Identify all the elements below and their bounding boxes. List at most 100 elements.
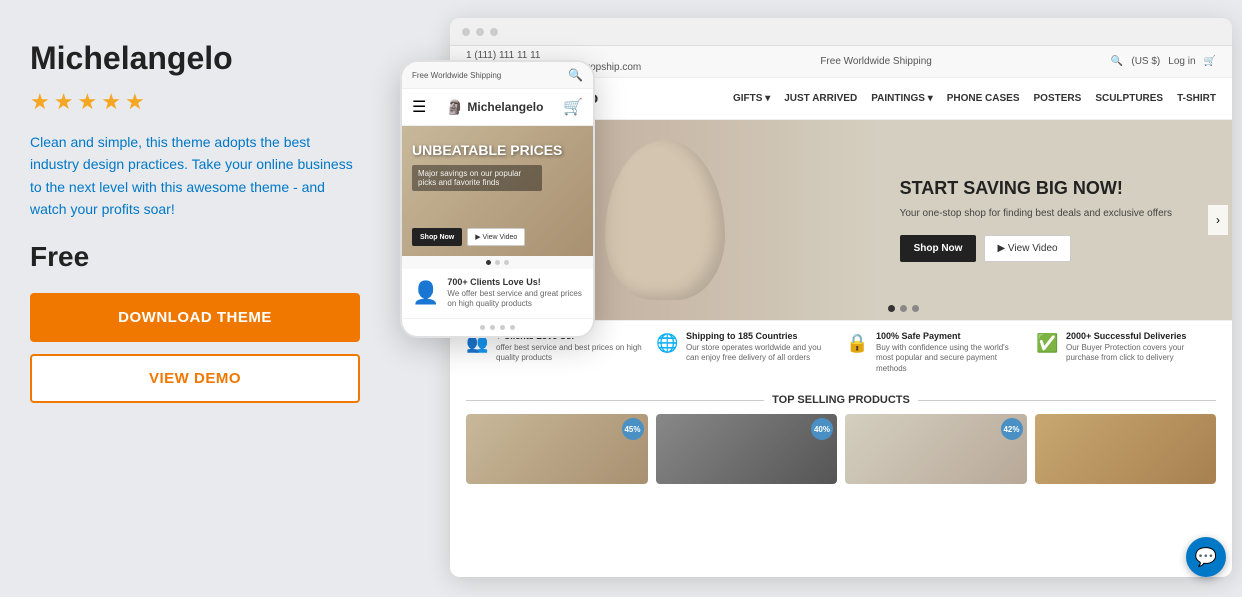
mobile-feature-icon: 👤 — [412, 280, 439, 306]
hero-carousel-dots — [888, 305, 919, 312]
mobile-footer-dot-3[interactable] — [500, 325, 505, 330]
theme-title: Michelangelo — [30, 40, 360, 77]
nav-items: GIFTS ▾ JUST ARRIVED PAINTINGS ▾ PHONE C… — [733, 93, 1216, 104]
hero-content: START SAVING BIG NOW! Your one-stop shop… — [884, 120, 1212, 320]
feature-deliveries-desc: Our Buyer Protection covers your purchas… — [1066, 343, 1216, 364]
feature-payment-desc: Buy with confidence using the world's mo… — [876, 343, 1026, 374]
mobile-footer-dots — [402, 319, 593, 336]
products-grid: 45% 40% 42% — [466, 414, 1216, 484]
mobile-nav: ☰ 🗿 Michelangelo 🛒 — [402, 89, 593, 126]
mobile-search-icon[interactable]: 🔍 — [568, 68, 583, 82]
mobile-logo: 🗿 Michelangelo — [446, 99, 543, 116]
mobile-dot-1[interactable] — [486, 260, 491, 265]
hero-dot-3[interactable] — [912, 305, 919, 312]
mobile-topbar: Free Worldwide Shipping 🔍 — [402, 62, 593, 89]
feature-clients-desc: offer best service and best prices on hi… — [496, 343, 646, 364]
nav-phone-cases[interactable]: PHONE CASES — [947, 93, 1020, 104]
topbar-shipping: Free Worldwide Shipping — [820, 56, 932, 67]
browser-dot-green — [490, 28, 498, 36]
products-section-title: TOP SELLING PRODUCTS — [466, 394, 1216, 406]
feature-shipping: 🌐 Shipping to 185 Countries Our store op… — [656, 331, 836, 374]
mobile-hero-buttons: Shop Now ▶ View Video — [412, 228, 525, 246]
deliveries-icon: ✅ — [1036, 333, 1058, 354]
browser-dot-red — [462, 28, 470, 36]
hero-dot-1[interactable] — [888, 305, 895, 312]
mobile-hero-title: UNBEATABLE PRICES — [412, 142, 562, 159]
left-panel: Michelangelo ★ ★ ★ ★ ★ Clean and simple,… — [0, 0, 390, 597]
chat-bubble-button[interactable]: 💬 — [1186, 537, 1226, 577]
mobile-feature-title: 700+ Clients Love Us! — [447, 277, 583, 287]
shop-now-button[interactable]: Shop Now — [900, 235, 977, 262]
mobile-dot-3[interactable] — [504, 260, 509, 265]
star-rating: ★ ★ ★ ★ ★ — [30, 89, 360, 115]
mobile-hero: UNBEATABLE PRICES Major savings on our p… — [402, 126, 593, 256]
nav-posters[interactable]: POSTERS — [1034, 93, 1082, 104]
product-card-4[interactable] — [1035, 414, 1217, 484]
mobile-footer-dot-2[interactable] — [490, 325, 495, 330]
mobile-cart-icon[interactable]: 🛒 — [563, 97, 583, 117]
feature-shipping-desc: Our store operates worldwide and you can… — [686, 343, 836, 364]
mobile-feature-text: 700+ Clients Love Us! We offer best serv… — [447, 277, 583, 310]
cart-icon[interactable]: 🛒 — [1204, 56, 1216, 67]
feature-deliveries-text: 2000+ Successful Deliveries Our Buyer Pr… — [1066, 331, 1216, 364]
mobile-feature-desc: We offer best service and great prices o… — [447, 289, 581, 308]
hero-next-arrow[interactable]: › — [1208, 205, 1228, 235]
product-image-3 — [845, 414, 1027, 484]
mobile-hamburger-icon[interactable]: ☰ — [412, 97, 426, 117]
nav-just-arrived[interactable]: JUST ARRIVED — [784, 93, 857, 104]
nav-paintings[interactable]: PAINTINGS ▾ — [871, 93, 933, 104]
view-video-button[interactable]: ▶ View Video — [984, 235, 1070, 262]
payment-icon: 🔒 — [846, 333, 868, 354]
product-badge-1: 45% — [622, 418, 644, 440]
star-4: ★ — [101, 89, 121, 115]
feature-payment-title: 100% Safe Payment — [876, 331, 1026, 341]
products-section: TOP SELLING PRODUCTS 45% 40% 42% — [450, 384, 1232, 577]
feature-shipping-text: Shipping to 185 Countries Our store oper… — [686, 331, 836, 364]
mobile-logo-icon: 🗿 — [446, 99, 463, 116]
mobile-footer-dot-4[interactable] — [510, 325, 515, 330]
mobile-feature-item: 👤 700+ Clients Love Us! We offer best se… — [402, 269, 593, 319]
hero-dot-2[interactable] — [900, 305, 907, 312]
product-image-2 — [656, 414, 838, 484]
mobile-logo-text: Michelangelo — [467, 100, 543, 114]
product-badge-2: 40% — [811, 418, 833, 440]
product-card-2[interactable]: 40% — [656, 414, 838, 484]
product-card-3[interactable]: 42% — [845, 414, 1027, 484]
mobile-shop-now-button[interactable]: Shop Now — [412, 228, 462, 246]
star-2: ★ — [54, 89, 74, 115]
topbar-currency: (US $) — [1131, 56, 1160, 67]
star-1: ★ — [30, 89, 50, 115]
nav-tshirt[interactable]: T-SHIRT — [1177, 93, 1216, 104]
star-3: ★ — [77, 89, 97, 115]
product-image-4 — [1035, 414, 1217, 484]
price-label: Free — [30, 241, 360, 273]
mobile-footer-dot-1[interactable] — [480, 325, 485, 330]
mobile-view-video-button[interactable]: ▶ View Video — [467, 228, 525, 246]
browser-bar — [450, 18, 1232, 46]
hero-subtitle: Your one-stop shop for finding best deal… — [900, 207, 1196, 221]
theme-description: Clean and simple, this theme adopts the … — [30, 131, 360, 221]
topbar-right: 🔍 (US $) Log in 🛒 — [1111, 56, 1216, 67]
hero-buttons: Shop Now ▶ View Video — [900, 235, 1196, 262]
feature-payment: 🔒 100% Safe Payment Buy with confidence … — [846, 331, 1026, 374]
feature-deliveries-title: 2000+ Successful Deliveries — [1066, 331, 1216, 341]
product-card-1[interactable]: 45% — [466, 414, 648, 484]
nav-gifts[interactable]: GIFTS ▾ — [733, 93, 770, 104]
download-theme-button[interactable]: DOWNLOAD THEME — [30, 293, 360, 342]
feature-shipping-title: Shipping to 185 Countries — [686, 331, 836, 341]
mobile-hero-text: UNBEATABLE PRICES Major savings on our p… — [412, 142, 562, 191]
mobile-hero-dots — [402, 256, 593, 269]
nav-sculptures[interactable]: SCULPTURES — [1095, 93, 1163, 104]
browser-dot-yellow — [476, 28, 484, 36]
search-icon[interactable]: 🔍 — [1111, 56, 1123, 67]
star-5: ★ — [125, 89, 145, 115]
hero-title: START SAVING BIG NOW! — [900, 178, 1196, 200]
chat-icon: 💬 — [1195, 547, 1217, 568]
mobile-mockup: Free Worldwide Shipping 🔍 ☰ 🗿 Michelange… — [400, 60, 595, 338]
topbar-login[interactable]: Log in — [1168, 56, 1195, 67]
view-demo-button[interactable]: VIEW DEMO — [30, 354, 360, 403]
right-area: 1 (111) 111 11 11 support@michelangelo.a… — [390, 0, 1242, 597]
mobile-dot-2[interactable] — [495, 260, 500, 265]
product-badge-3: 42% — [1001, 418, 1023, 440]
statue-face — [605, 140, 725, 300]
